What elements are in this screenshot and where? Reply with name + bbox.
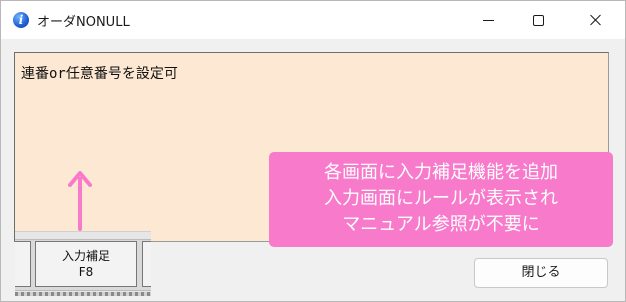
input-assist-button[interactable]: 入力補足 F8 bbox=[35, 241, 137, 287]
input-assist-label: 入力補足 bbox=[61, 249, 110, 263]
close-button[interactable]: 閉じる bbox=[474, 258, 608, 288]
maximize-button[interactable] bbox=[515, 1, 561, 39]
annotation-callout: 各画面に入力補足機能を追加 入力画面にルールが表示され マニュアル参照が不要に bbox=[269, 152, 613, 247]
function-key-next[interactable] bbox=[142, 241, 151, 287]
close-icon bbox=[590, 14, 602, 26]
dialog-window: i オーダNONULL 連番or任意番号を設定可 各画面に入力補足機能を追加 入… bbox=[0, 0, 626, 302]
info-icon: i bbox=[13, 12, 29, 28]
input-assist-key: F8 bbox=[78, 265, 94, 279]
minimize-icon bbox=[482, 19, 494, 21]
close-window-button[interactable] bbox=[573, 1, 619, 39]
callout-line: 各画面に入力補足機能を追加 bbox=[324, 162, 558, 183]
function-key-prev[interactable] bbox=[15, 241, 31, 287]
function-key-panel: 入力補足 F8 bbox=[15, 231, 151, 296]
arrow-up-icon bbox=[68, 171, 92, 231]
title-bar[interactable]: i オーダNONULL bbox=[1, 1, 625, 39]
maximize-icon bbox=[532, 14, 544, 26]
callout-line: マニュアル参照が不要に bbox=[342, 214, 540, 235]
function-key-divider bbox=[15, 292, 151, 296]
message-text: 連番or任意番号を設定可 bbox=[21, 66, 178, 82]
minimize-button[interactable] bbox=[465, 1, 511, 39]
callout-line: 入力画面にルールが表示され bbox=[324, 188, 558, 209]
window-title: オーダNONULL bbox=[37, 15, 130, 30]
